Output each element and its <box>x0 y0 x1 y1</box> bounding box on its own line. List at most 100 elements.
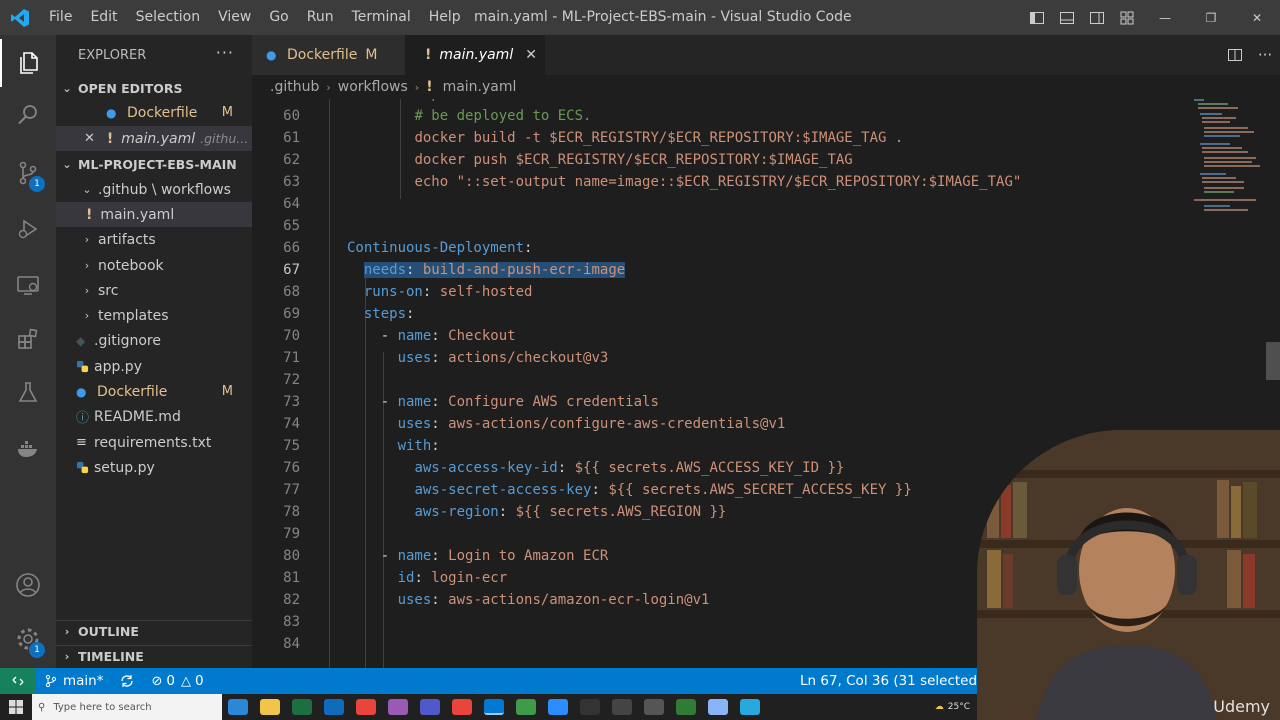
docker-icon[interactable] <box>0 425 56 473</box>
code-line[interactable]: needs: build-and-push-ecr-image <box>347 259 626 281</box>
timeline-section[interactable]: › TIMELINE <box>56 645 252 667</box>
menu-selection[interactable]: Selection <box>127 0 210 35</box>
excel-icon[interactable] <box>292 699 312 715</box>
chrome-icon[interactable] <box>452 699 472 715</box>
menu-edit[interactable]: Edit <box>81 0 126 35</box>
chrome-icon[interactable] <box>356 699 376 715</box>
close-tab-icon[interactable]: ✕ <box>525 47 537 63</box>
testing-icon[interactable] <box>0 369 56 417</box>
code-line[interactable]: runs-on: self-hosted <box>347 281 533 303</box>
vscode-taskbar-icon[interactable] <box>484 699 504 715</box>
edge-icon[interactable] <box>228 699 248 715</box>
search-icon[interactable] <box>0 91 56 139</box>
windows-start-icon[interactable] <box>0 694 32 720</box>
file-readme[interactable]: ⓘ README.md <box>56 404 252 429</box>
tab-dockerfile[interactable]: ● Dockerfile M <box>252 35 405 75</box>
problems-indicator[interactable]: ⊘ 0 △ 0 <box>143 668 211 694</box>
minimap[interactable] <box>1194 99 1266 229</box>
file-dockerfile[interactable]: ● Dockerfile M <box>56 379 252 404</box>
code-line[interactable]: echo "::set-output name=image::$ECR_REGI… <box>347 171 1021 193</box>
toggle-secondary-sidebar-icon[interactable] <box>1082 0 1112 35</box>
code-line[interactable]: # be deployed to ECS. <box>347 105 591 127</box>
open-editors-section[interactable]: ⌄ OPEN EDITORS <box>56 77 252 99</box>
branch-indicator[interactable]: main* <box>36 668 111 694</box>
menu-run[interactable]: Run <box>298 0 343 35</box>
toggle-sidebar-icon[interactable] <box>1022 0 1052 35</box>
open-editor-dockerfile[interactable]: ● Dockerfile M <box>56 100 252 125</box>
code-line[interactable]: with: <box>347 435 440 457</box>
menu-view[interactable]: View <box>209 0 260 35</box>
breadcrumb-item[interactable]: workflows <box>338 79 408 95</box>
app-icon[interactable] <box>612 699 632 715</box>
taskbar-search-input[interactable]: ⚲ Type here to search <box>32 694 222 720</box>
code-line[interactable]: id: login-ecr <box>347 567 508 589</box>
code-line[interactable]: steps: <box>347 303 415 325</box>
mail-icon[interactable] <box>324 699 344 715</box>
folder-notebook[interactable]: › notebook <box>56 253 252 278</box>
menu-go[interactable]: Go <box>260 0 297 35</box>
breadcrumb-item[interactable]: .github <box>270 79 319 95</box>
open-editor-main-yaml[interactable]: ✕ ! main.yaml .githu... <box>56 126 252 151</box>
sync-icon[interactable] <box>111 668 143 694</box>
file-gitignore[interactable]: ◆ .gitignore <box>56 328 252 353</box>
teams-icon[interactable] <box>420 699 440 715</box>
project-section[interactable]: ⌄ ML-PROJECT-EBS-MAIN <box>56 153 252 175</box>
code-line[interactable]: - name: Configure AWS credentials <box>347 391 659 413</box>
settings-gear-icon[interactable]: 1 <box>0 615 56 663</box>
customize-layout-icon[interactable] <box>1112 0 1142 35</box>
app-icon[interactable] <box>644 699 664 715</box>
menu-file[interactable]: File <box>40 0 81 35</box>
system-tray: ☁ 25°C <box>935 694 970 720</box>
folder-src[interactable]: › src <box>56 278 252 303</box>
app-icon[interactable] <box>516 699 536 715</box>
code-line[interactable]: docker push $ECR_REGISTRY/$ECR_REPOSITOR… <box>347 149 852 171</box>
breadcrumb-item[interactable]: main.yaml <box>443 79 517 95</box>
menu-help[interactable]: Help <box>420 0 470 35</box>
tab-main-yaml[interactable]: ! main.yaml ✕ <box>405 35 545 75</box>
code-line[interactable]: Continuous-Deployment: <box>347 237 532 259</box>
cursor-position[interactable]: Ln 67, Col 36 (31 selected) <box>792 668 990 694</box>
code-line[interactable]: - name: Login to Amazon ECR <box>347 545 609 567</box>
toggle-panel-icon[interactable] <box>1052 0 1082 35</box>
menu-terminal[interactable]: Terminal <box>343 0 420 35</box>
folder-templates[interactable]: › templates <box>56 303 252 328</box>
file-main-yaml[interactable]: ! main.yaml <box>56 202 252 227</box>
restore-icon[interactable]: ❐ <box>1188 0 1234 35</box>
more-actions-icon[interactable]: ··· <box>216 43 234 62</box>
file-explorer-icon[interactable] <box>260 699 280 715</box>
app-icon[interactable] <box>388 699 408 715</box>
code-line[interactable]: uses: aws-actions/configure-aws-credenti… <box>347 413 786 435</box>
close-window-icon[interactable]: ✕ <box>1234 0 1280 35</box>
remote-indicator-icon[interactable] <box>0 668 36 694</box>
explorer-icon[interactable] <box>0 39 56 87</box>
code-line[interactable]: uses: actions/checkout@v3 <box>347 347 609 369</box>
code-line[interactable]: docker build -t $ECR_REGISTRY/$ECR_REPOS… <box>347 127 903 149</box>
source-control-icon[interactable]: 1 <box>0 149 56 197</box>
file-app-py[interactable]: app.py <box>56 354 252 379</box>
code-line[interactable]: aws-region: ${{ secrets.AWS_REGION }} <box>347 501 726 523</box>
app-icon[interactable] <box>740 699 760 715</box>
run-debug-icon[interactable] <box>0 205 56 253</box>
terminal-icon[interactable] <box>580 699 600 715</box>
line-number: 81 <box>283 570 300 586</box>
folder-github-workflows[interactable]: ⌄ .github \ workflows <box>56 177 252 202</box>
accounts-icon[interactable] <box>0 561 56 609</box>
outline-section[interactable]: › OUTLINE <box>56 620 252 642</box>
more-actions-icon[interactable]: ··· <box>1250 38 1280 73</box>
file-setup-py[interactable]: setup.py <box>56 455 252 480</box>
code-line[interactable]: - name: Checkout <box>347 325 516 347</box>
code-line[interactable]: aws-secret-access-key: ${{ secrets.AWS_S… <box>347 479 911 501</box>
app-icon[interactable] <box>676 699 696 715</box>
code-line[interactable]: aws-access-key-id: ${{ secrets.AWS_ACCES… <box>347 457 844 479</box>
file-requirements[interactable]: ≡ requirements.txt <box>56 430 252 455</box>
remote-explorer-icon[interactable] <box>0 261 56 309</box>
folder-artifacts[interactable]: › artifacts <box>56 227 252 252</box>
close-editor-icon[interactable]: ✕ <box>84 131 95 146</box>
app-icon[interactable] <box>708 699 728 715</box>
zoom-icon[interactable] <box>548 699 568 715</box>
editor-scrollbar[interactable] <box>1266 342 1280 380</box>
minimize-icon[interactable]: — <box>1142 0 1188 35</box>
split-editor-icon[interactable] <box>1220 38 1250 73</box>
code-line[interactable]: uses: aws-actions/amazon-ecr-login@v1 <box>347 589 710 611</box>
extensions-icon[interactable] <box>0 315 56 363</box>
